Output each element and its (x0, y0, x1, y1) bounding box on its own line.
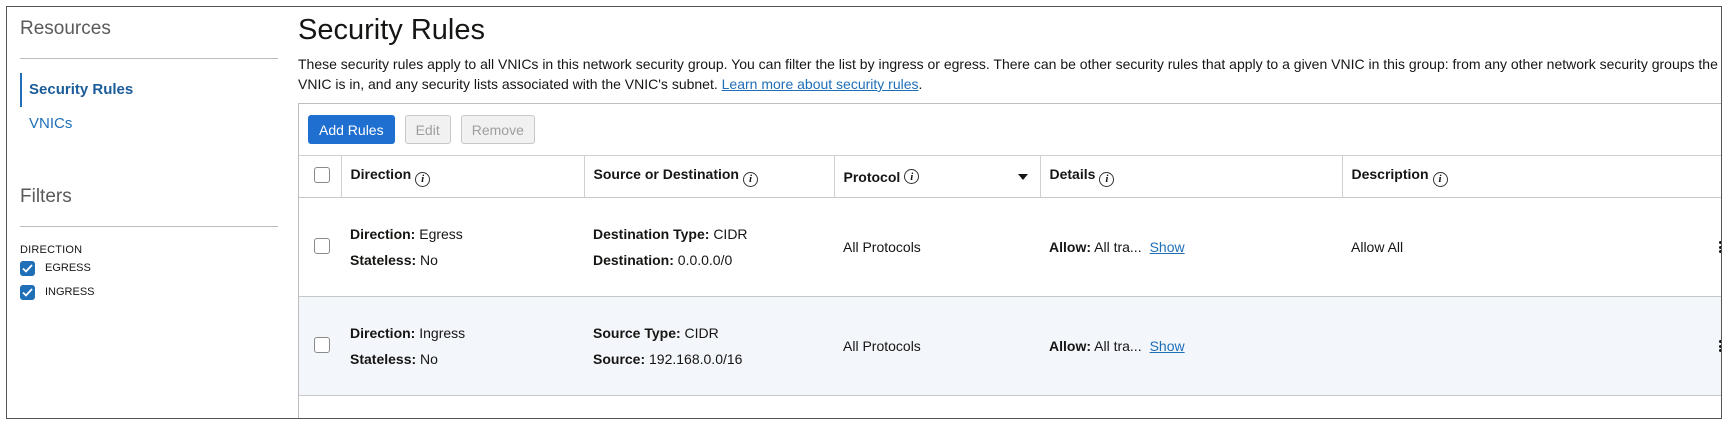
table-header-row: Direction i Source or Destination i Protoc… (299, 156, 1721, 198)
filter-egress-label: EGRESS (45, 262, 91, 274)
protocol-cell: All Protocols (834, 296, 1040, 396)
source-destination-cell: Source Type: CIDR Source: 192.168.0.0/16 (584, 296, 834, 396)
sort-down-icon[interactable] (1017, 173, 1028, 180)
stateless-key: Stateless: (350, 351, 417, 367)
kebab-menu-icon[interactable] (1718, 340, 1721, 352)
allow-value: All tra... (1094, 239, 1142, 255)
learn-more-link[interactable]: Learn more about security rules (722, 76, 919, 92)
resources-nav: Security Rules VNICs (20, 73, 278, 141)
sidebar-item-vnics[interactable]: VNICs (20, 107, 278, 141)
column-header-details[interactable]: Details i (1039, 156, 1342, 198)
column-header-protocol[interactable]: Protocol i (833, 156, 1040, 198)
direction-value: Egress (419, 226, 463, 242)
description-cell (1342, 296, 1721, 396)
divider (20, 58, 278, 59)
intro-text: These security rules apply to all VNICs … (298, 54, 1718, 94)
info-icon[interactable]: i (1099, 171, 1115, 187)
security-rules-table: Direction i Source or Destination i Protoc… (299, 156, 1721, 396)
filter-ingress[interactable]: INGRESS (20, 280, 278, 304)
header-select-all-cell (299, 156, 341, 198)
address-value: 192.168.0.0/16 (649, 351, 743, 367)
resources-heading: Resources (20, 18, 111, 39)
edit-button[interactable]: Edit (404, 115, 451, 144)
type-key: Destination Type: (593, 226, 710, 242)
allow-key: Allow: (1049, 239, 1091, 255)
info-icon[interactable]: i (904, 169, 920, 184)
checkbox-checked-icon[interactable] (20, 260, 35, 276)
address-key: Destination: (593, 252, 674, 268)
security-rules-table-panel: Add Rules Edit Remove Direction i Source … (298, 103, 1721, 418)
intro-end: . (918, 76, 923, 92)
table-row[interactable]: Direction: Ingress Stateless: No Source … (299, 296, 1721, 396)
stateless-value: No (420, 252, 438, 268)
filter-ingress-label: INGRESS (45, 286, 95, 298)
column-label: Source or Destination (593, 166, 739, 183)
allow-key: Allow: (1049, 338, 1091, 354)
row-checkbox[interactable] (314, 237, 330, 254)
column-header-description[interactable]: Description i (1341, 156, 1721, 198)
column-header-direction[interactable]: Direction i (340, 156, 584, 198)
table-toolbar: Add Rules Edit Remove (299, 104, 1721, 156)
direction-cell: Direction: Egress Stateless: No (341, 197, 584, 297)
filter-egress[interactable]: EGRESS (20, 256, 278, 280)
kebab-menu-icon[interactable] (1718, 241, 1721, 253)
remove-button[interactable]: Remove (460, 115, 535, 144)
direction-filter-label: DIRECTION (20, 244, 83, 256)
column-header-source-destination[interactable]: Source or Destination i (583, 156, 834, 198)
divider (20, 226, 278, 227)
filters-heading: Filters (20, 186, 72, 207)
address-key: Source: (593, 351, 646, 367)
type-value: CIDR (713, 226, 748, 242)
main-content: Security Rules These security rules appl… (298, 7, 1721, 418)
show-details-link[interactable]: Show (1150, 338, 1185, 354)
direction-cell: Direction: Ingress Stateless: No (341, 296, 584, 396)
column-label: Details (1049, 166, 1096, 183)
column-label: Protocol (843, 168, 901, 185)
direction-key: Direction: (350, 325, 416, 341)
info-icon[interactable]: i (1432, 171, 1448, 187)
select-all-checkbox[interactable] (314, 167, 330, 183)
type-key: Source Type: (593, 325, 681, 341)
intro-body: These security rules apply to all VNICs … (298, 56, 1718, 92)
row-checkbox[interactable] (314, 336, 330, 353)
allow-value: All tra... (1094, 338, 1142, 354)
direction-value: Ingress (419, 325, 466, 341)
show-details-link[interactable]: Show (1150, 239, 1185, 255)
row-select-cell (299, 197, 341, 297)
page-frame: Resources Security Rules VNICs Filters D… (6, 6, 1722, 419)
stateless-key: Stateless: (350, 252, 417, 268)
description-value: Allow All (1351, 239, 1404, 255)
details-cell: Allow: All tra... Show (1040, 197, 1342, 297)
sidebar-item-security-rules[interactable]: Security Rules (20, 73, 278, 107)
info-icon[interactable]: i (742, 171, 758, 187)
details-cell: Allow: All tra... Show (1040, 296, 1342, 396)
address-value: 0.0.0.0/0 (677, 252, 733, 268)
resources-sidebar: Resources Security Rules VNICs Filters D… (20, 15, 278, 304)
checkbox-checked-icon[interactable] (20, 284, 35, 300)
source-destination-cell: Destination Type: CIDR Destination: 0.0.… (584, 197, 834, 297)
protocol-cell: All Protocols (834, 197, 1040, 297)
table-row[interactable]: Direction: Egress Stateless: No Destinat… (299, 197, 1721, 297)
column-label: Description (1351, 166, 1429, 183)
info-icon[interactable]: i (415, 171, 431, 187)
add-rules-button[interactable]: Add Rules (308, 115, 395, 144)
stateless-value: No (420, 351, 438, 367)
direction-key: Direction: (350, 226, 416, 242)
type-value: CIDR (684, 325, 719, 341)
column-label: Direction (350, 166, 412, 183)
row-select-cell (299, 296, 341, 396)
description-cell: Allow All (1342, 197, 1721, 297)
page-title: Security Rules (298, 14, 485, 46)
